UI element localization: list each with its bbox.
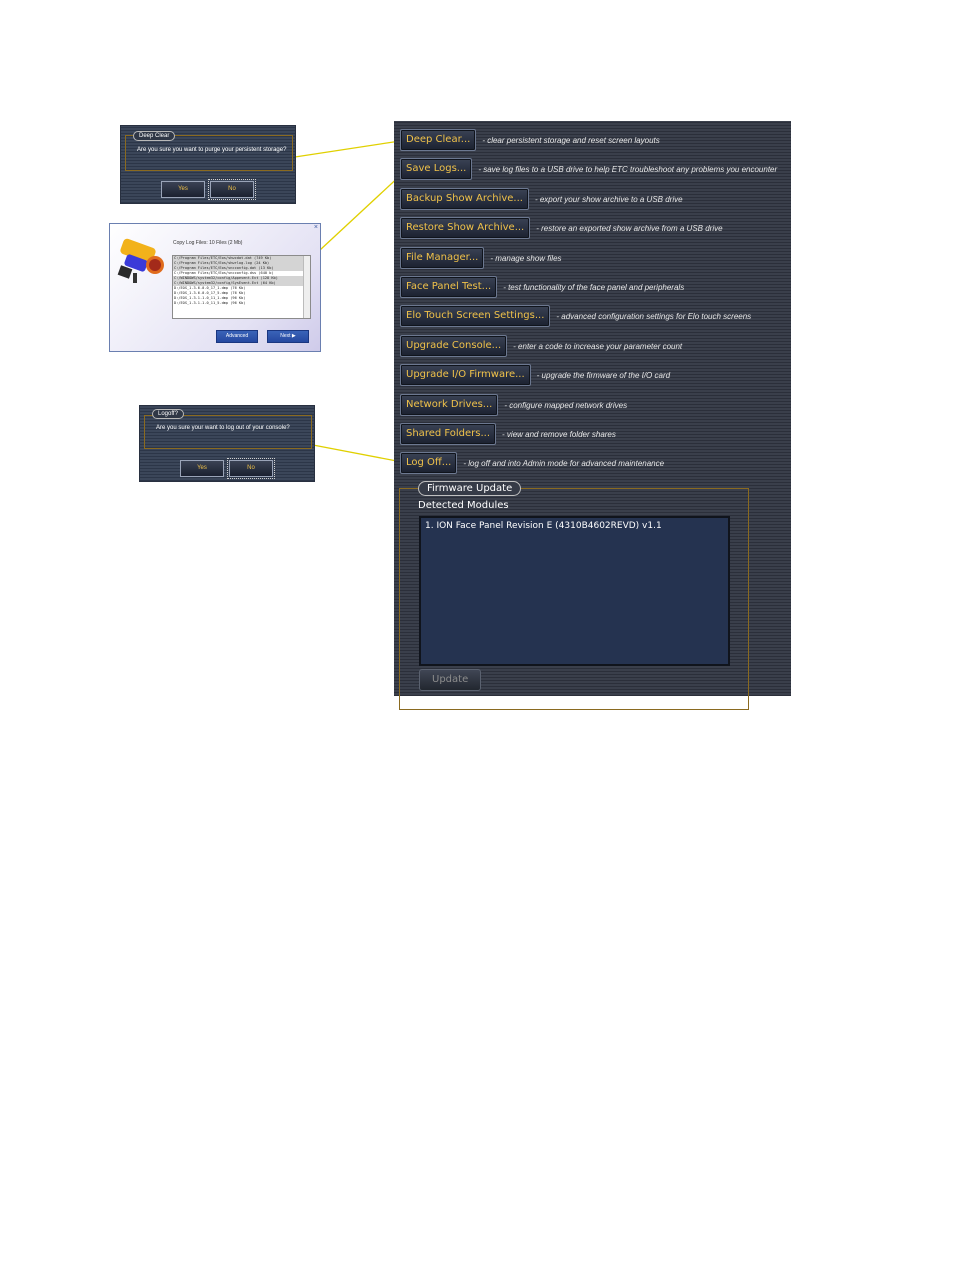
elo-touch-screen-settings-description: - advanced configuration settings for El…: [556, 311, 752, 321]
face-panel-test-button[interactable]: Face Panel Test...: [400, 276, 498, 298]
file-manager-description: - manage show files: [490, 253, 562, 263]
network-drives-button[interactable]: Network Drives...: [400, 394, 499, 416]
deep-clear-dialog: Deep Clear Are you sure you want to purg…: [120, 125, 296, 204]
network-drives-description: - configure mapped network drives: [504, 400, 628, 410]
save-logs-button[interactable]: Save Logs...: [400, 158, 473, 180]
list-item[interactable]: 1. ION Face Panel Revision E (4310B4602R…: [425, 521, 662, 531]
save-logs-description: - save log files to a USB drive to help …: [478, 164, 778, 174]
backup-show-archive-button[interactable]: Backup Show Archive...: [400, 188, 529, 210]
dialog-frame: [144, 415, 312, 449]
lamp-fixture-icon: [117, 238, 164, 283]
scrollbar[interactable]: [303, 256, 310, 318]
face-panel-test-description: - test functionality of the face panel a…: [503, 282, 685, 292]
row-face-panel-test: Face Panel Test... - test functionality …: [400, 276, 684, 298]
restore-show-archive-description: - restore an exported show archive from …: [536, 223, 723, 233]
no-button[interactable]: No: [208, 179, 256, 200]
upgrade-console-button[interactable]: Upgrade Console...: [400, 335, 508, 357]
row-elo-touch-screen-settings: Elo Touch Screen Settings... - advanced …: [400, 305, 751, 327]
next-button-label: Next: [280, 333, 291, 339]
row-backup-show-archive: Backup Show Archive... - export your sho…: [400, 188, 683, 210]
firmware-update-title: Firmware Update: [418, 481, 522, 496]
callout-line-deep-clear: [294, 140, 401, 158]
dialog-title: Logoff?: [152, 409, 184, 419]
row-network-drives: Network Drives... - configure mapped net…: [400, 394, 627, 416]
update-button[interactable]: Update: [419, 669, 482, 691]
log-off-button[interactable]: Log Off...: [400, 452, 458, 474]
logoff-dialog: Logoff? Are you sure your want to log ou…: [139, 405, 315, 482]
advanced-button[interactable]: Advanced: [216, 330, 258, 343]
detected-modules-label: Detected Modules: [418, 500, 509, 511]
detected-modules-list[interactable]: 1. ION Face Panel Revision E (4310B4602R…: [419, 516, 730, 666]
upgrade-io-firmware-description: - upgrade the firmware of the I/O card: [536, 370, 671, 380]
elo-touch-screen-settings-button[interactable]: Elo Touch Screen Settings...: [400, 305, 551, 327]
row-upgrade-io-firmware: Upgrade I/O Firmware... - upgrade the fi…: [400, 364, 670, 386]
copy-logs-dialog: × Copy Log Files: 10 Files (2 Mb) C:/Pro…: [109, 223, 321, 352]
deep-clear-button[interactable]: Deep Clear...: [400, 129, 477, 151]
backup-show-archive-description: - export your show archive to a USB driv…: [534, 194, 683, 204]
log-file-list[interactable]: C:/Program Files/ETC/Eos/shwcdat.dat (74…: [172, 255, 311, 319]
dialog-message: Are you sure your want to log out of you…: [156, 425, 290, 431]
row-shared-folders: Shared Folders... - view and remove fold…: [400, 423, 616, 445]
row-file-manager: File Manager... - manage show files: [400, 247, 562, 269]
copy-logs-title: Copy Log Files: 10 Files (2 Mb): [173, 240, 243, 246]
no-button[interactable]: No: [227, 458, 275, 479]
yes-button[interactable]: Yes: [180, 460, 224, 477]
next-button[interactable]: Next ▶: [267, 330, 309, 343]
close-icon[interactable]: ×: [314, 224, 318, 231]
yes-button[interactable]: Yes: [161, 181, 205, 198]
shared-folders-description: - view and remove folder shares: [502, 429, 616, 439]
callout-line-log-off: [312, 444, 403, 463]
row-log-off: Log Off... - log off and into Admin mode…: [400, 452, 664, 474]
dialog-title: Deep Clear: [133, 131, 176, 141]
row-deep-clear: Deep Clear... - clear persistent storage…: [400, 129, 660, 151]
upgrade-console-description: - enter a code to increase your paramete…: [513, 341, 683, 351]
row-save-logs: Save Logs... - save log files to a USB d…: [400, 158, 777, 180]
restore-show-archive-button[interactable]: Restore Show Archive...: [400, 217, 531, 239]
row-restore-show-archive: Restore Show Archive... - restore an exp…: [400, 217, 723, 239]
maintenance-panel: Deep Clear... - clear persistent storage…: [394, 121, 791, 710]
dialog-message: Are you sure you want to purge your pers…: [137, 147, 287, 153]
log-off-description: - log off and into Admin mode for advanc…: [463, 458, 665, 468]
row-upgrade-console: Upgrade Console... - enter a code to inc…: [400, 335, 682, 357]
callout-line-save-logs: [319, 171, 405, 251]
shared-folders-button[interactable]: Shared Folders...: [400, 423, 497, 445]
upgrade-io-firmware-button[interactable]: Upgrade I/O Firmware...: [400, 364, 531, 386]
firmware-update-group: Firmware Update Detected Modules 1. ION …: [399, 481, 749, 710]
file-manager-button[interactable]: File Manager...: [400, 247, 485, 269]
next-arrow-icon: ▶: [291, 333, 296, 339]
list-item[interactable]: D:/EOS_1.3.1.1.0_11_5.dmp (96 Kb): [173, 301, 310, 306]
deep-clear-description: - clear persistent storage and reset scr…: [482, 135, 660, 145]
